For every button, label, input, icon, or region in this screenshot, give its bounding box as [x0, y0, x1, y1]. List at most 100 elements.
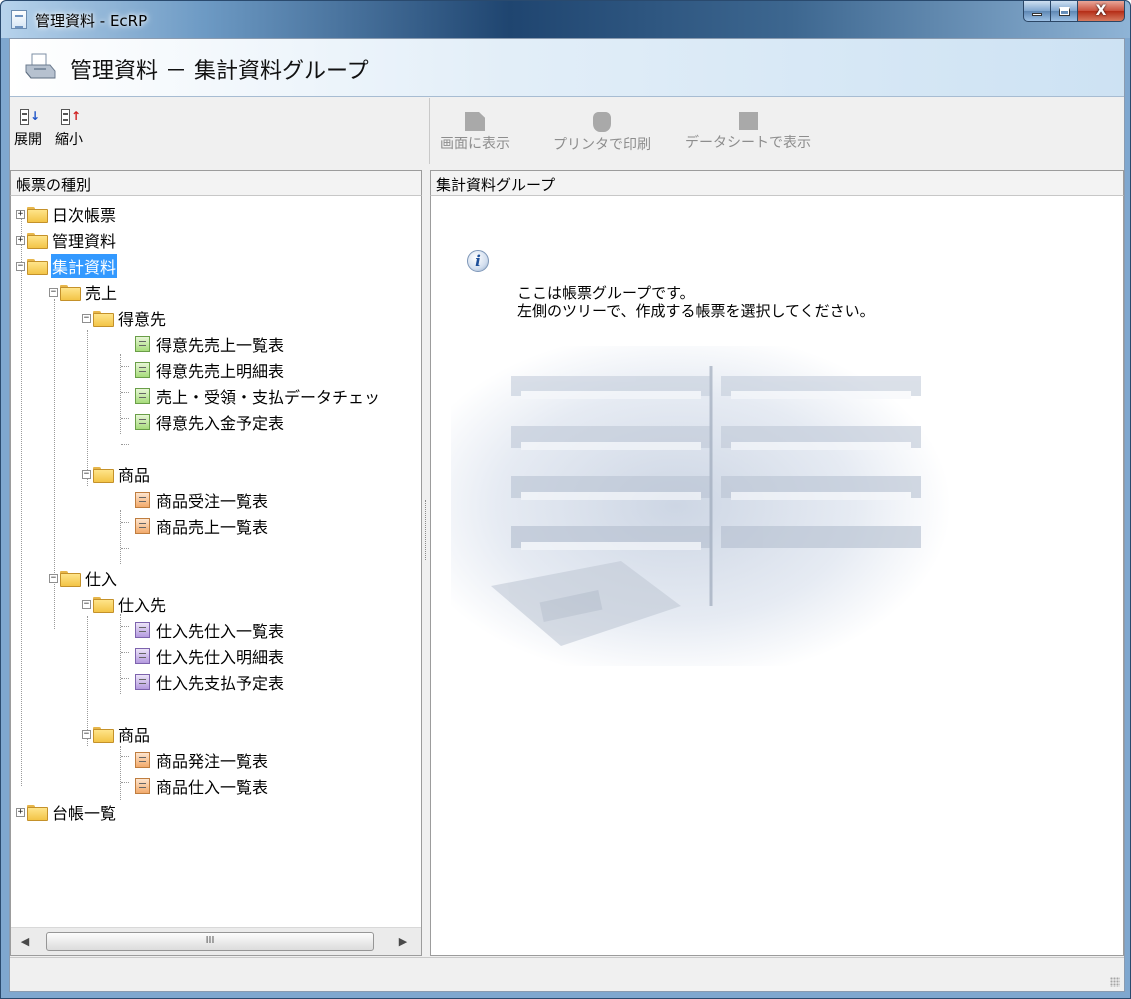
tree-item-label: 商品発注一覧表	[156, 752, 269, 771]
tree-item-report[interactable]: 商品仕入一覧表	[135, 773, 269, 799]
tree-node-label: 仕入先	[118, 596, 167, 615]
tree-item-label: 仕入先支払予定表	[156, 674, 285, 693]
folder-open-icon	[93, 727, 114, 743]
expand-toggle[interactable]: +	[16, 807, 25, 817]
tree-node-products-purchase[interactable]: − 商品	[82, 721, 151, 747]
scroll-right-icon[interactable]: ▶	[395, 934, 411, 950]
report-toolbar: 画面に表示 プリンタで印刷 データシートで表示	[429, 98, 1124, 164]
tree-node-label: 商品	[118, 726, 151, 745]
tree-item-report[interactable]: 仕入先支払予定表	[135, 669, 285, 695]
printer-bag-icon	[593, 112, 611, 132]
tree-node-label: 日次帳票	[52, 206, 117, 225]
tree-node-management-data[interactable]: + 管理資料	[16, 227, 117, 253]
resize-grip-icon[interactable]	[1110, 977, 1120, 987]
client-area: 管理資料 － 集計資料グループ ↓ 展開 ↑ 縮小 画面に表示 プリンタで印刷	[9, 38, 1125, 992]
tree-node-sales[interactable]: − 売上	[49, 279, 118, 305]
tree-node-daily-reports[interactable]: + 日次帳票	[16, 201, 117, 227]
print-button[interactable]: プリンタで印刷	[553, 112, 651, 154]
tree-item-report[interactable]: 商品発注一覧表	[135, 747, 269, 773]
minimize-icon	[1032, 12, 1042, 16]
tree-node-suppliers[interactable]: − 仕入先	[82, 591, 167, 617]
expand-toggle[interactable]: +	[16, 209, 25, 219]
page-title: 管理資料 － 集計資料グループ	[70, 59, 369, 84]
collapse-toggle[interactable]: −	[49, 287, 58, 297]
tree-item-label: 商品売上一覧表	[156, 518, 269, 537]
datasheet-button[interactable]: データシートで表示	[685, 112, 811, 152]
tree-item-report[interactable]: 商品受注一覧表	[135, 487, 269, 513]
maximize-button[interactable]	[1051, 1, 1078, 22]
tree-item-label: 仕入先仕入明細表	[156, 648, 285, 667]
collapse-tree-icon: ↑	[61, 108, 81, 126]
collapse-toggle[interactable]: −	[82, 313, 91, 323]
collapse-toggle[interactable]: −	[16, 261, 25, 271]
show-on-screen-button[interactable]: 画面に表示	[440, 112, 510, 153]
tree-toolbar: ↓ 展開 ↑ 縮小	[10, 98, 422, 164]
close-icon: X	[1095, 3, 1107, 19]
scroll-left-icon[interactable]: ◀	[17, 934, 33, 950]
info-message-line2: 左側のツリーで、作成する帳票を選択してください。	[517, 302, 875, 320]
green-report-icon	[135, 336, 150, 352]
horizontal-scrollbar[interactable]: ◀ III ▶	[11, 927, 421, 955]
orange-report-icon	[135, 518, 150, 534]
tree-node-purchasing[interactable]: − 仕入	[49, 565, 118, 591]
green-report-icon	[135, 362, 150, 378]
orange-report-icon	[135, 752, 150, 768]
tree-node-aggregate-data[interactable]: − 集計資料	[16, 253, 118, 279]
left-pane-header: 帳票の種別	[10, 170, 422, 196]
green-report-icon	[135, 388, 150, 404]
tree-item-label: 商品仕入一覧表	[156, 778, 269, 797]
tree-node-label-selected: 集計資料	[51, 254, 118, 278]
tree-item-report[interactable]: 得意先売上一覧表	[135, 331, 285, 357]
collapse-toggle[interactable]: −	[82, 729, 91, 739]
collapse-toggle[interactable]: −	[49, 573, 58, 583]
right-pane-header: 集計資料グループ	[430, 170, 1124, 196]
tree-node-products-sales[interactable]: − 商品	[82, 461, 151, 487]
datasheet-label: データシートで表示	[685, 135, 811, 151]
expand-tree-icon: ↓	[20, 108, 40, 126]
tree-item-label: 得意先入金予定表	[156, 414, 285, 433]
expand-button[interactable]: ↓ 展開	[14, 108, 42, 149]
shrink-label: 縮小	[55, 132, 83, 148]
tree-item-label: 仕入先仕入一覧表	[156, 622, 285, 641]
folder-open-icon	[93, 467, 114, 483]
tree-item-label: 商品受注一覧表	[156, 492, 269, 511]
tree-item-label: 売上・受領・支払データチェッ	[156, 388, 381, 407]
folder-open-icon	[93, 597, 114, 613]
info-icon: i	[467, 250, 489, 272]
tree-item-report[interactable]: 得意先売上明細表	[135, 357, 285, 383]
expand-toggle[interactable]: +	[16, 235, 25, 245]
tree-item-report[interactable]: 仕入先仕入明細表	[135, 643, 285, 669]
scroll-thumb[interactable]: III	[46, 932, 374, 951]
tree-item-report[interactable]: 売上・受領・支払データチェッ	[135, 383, 381, 409]
tree-node-label: 仕入	[85, 570, 118, 589]
tree-node-label: 売上	[85, 284, 118, 303]
report-tree: + 日次帳票 + 管理資料 − 集計資料 − 売上 − 得意先 得意先売上一覧表…	[11, 196, 421, 926]
tree-item-label: 得意先売上明細表	[156, 362, 285, 381]
maximize-icon	[1058, 6, 1070, 16]
tree-node-label: 台帳一覧	[52, 804, 117, 823]
folder-open-icon	[27, 259, 48, 275]
shrink-button[interactable]: ↑ 縮小	[55, 108, 83, 149]
tree-item-report[interactable]: 商品売上一覧表	[135, 513, 269, 539]
app-window: 管理資料 - EcRP X 管理資料 － 集計資料グループ ↓ 展開 ↑ 縮小 …	[0, 0, 1131, 999]
status-bar	[10, 957, 1124, 991]
tree-node-customers[interactable]: − 得意先	[82, 305, 167, 331]
collapse-toggle[interactable]: −	[82, 599, 91, 609]
window-title: 管理資料 - EcRP	[35, 12, 148, 30]
minimize-button[interactable]	[1023, 1, 1051, 22]
title-bar[interactable]: 管理資料 - EcRP X	[1, 1, 1130, 38]
purple-report-icon	[135, 622, 150, 638]
header-banner: 管理資料 － 集計資料グループ	[10, 39, 1124, 97]
folder-open-icon	[60, 571, 81, 587]
screen-document-icon	[465, 112, 485, 131]
printer-icon	[25, 53, 56, 79]
pane-splitter[interactable]	[423, 170, 429, 956]
collapse-toggle[interactable]: −	[82, 469, 91, 479]
tree-node-label: 得意先	[118, 310, 167, 329]
tree-node-label: 管理資料	[52, 232, 117, 251]
tree-item-report[interactable]: 仕入先仕入一覧表	[135, 617, 285, 643]
tree-item-report[interactable]: 得意先入金予定表	[135, 409, 285, 435]
tree-node-ledger-list[interactable]: + 台帳一覧	[16, 799, 117, 825]
close-button[interactable]: X	[1078, 1, 1125, 22]
folder-icon	[27, 805, 48, 821]
